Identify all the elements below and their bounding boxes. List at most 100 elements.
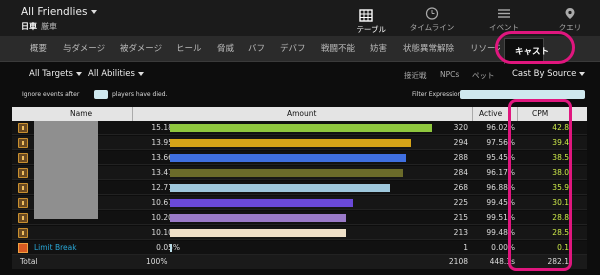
table-row[interactable]: 10.67% 225 99.45% 30.1 (12, 196, 587, 210)
view-mode-dropdown[interactable]: Cast By Source (512, 69, 586, 79)
tab-threat[interactable]: 脅威 (217, 36, 234, 62)
table-row[interactable]: 12.71% 268 96.88% 35.9 (12, 181, 587, 195)
header-name[interactable]: Name (70, 109, 92, 118)
view-tabs: 概要 与ダメージ 被ダメージ ヒール 脅威 バフ デバフ 戦闘不能 妨害 状態異… (0, 36, 600, 64)
row-cpm: 0.1 (557, 243, 569, 252)
row-cpm: 35.9 (552, 183, 569, 192)
tab-casts[interactable]: キャスト (504, 38, 549, 64)
encounter-subtitle: 日車 厳車 (21, 21, 57, 32)
job-icon (18, 183, 28, 193)
query-icon (565, 8, 575, 19)
amount-bar (170, 169, 404, 177)
filter-expression-label: Filter Expression: (412, 91, 464, 98)
table-row[interactable]: 13.95% 294 97.56% 39.4 (12, 136, 587, 150)
tab-healing[interactable]: ヒール (176, 36, 202, 62)
tab-damage-taken[interactable]: 被ダメージ (120, 36, 162, 62)
option-pets[interactable]: ペット (472, 70, 495, 81)
row-active: 97.56% (486, 138, 515, 147)
limit-break-name[interactable]: Limit Break (34, 243, 77, 252)
amount-bar (170, 124, 432, 132)
row-cpm: 28.5 (552, 228, 569, 237)
nav-table[interactable]: テーブル (346, 2, 386, 38)
row-active: 95.45% (486, 153, 515, 162)
header-cpm[interactable]: CPM (532, 109, 548, 118)
amount-bar (170, 229, 346, 237)
total-amount: 2108 (448, 257, 468, 266)
tab-interrupts[interactable]: 妨害 (370, 36, 387, 62)
casts-table: Name Amount Active CPM 15.18% 320 96.02% 42… (12, 107, 587, 273)
row-active: 96.88% (486, 183, 515, 192)
abilities-dropdown-label: All Abilities (88, 69, 135, 79)
death-count-input[interactable] (94, 90, 108, 99)
row-amount: 215 (453, 213, 468, 222)
tab-damage-done[interactable]: 与ダメージ (63, 36, 105, 62)
nav-query[interactable]: クエリ (544, 0, 596, 36)
table-icon (359, 9, 373, 22)
row-pct: 0.05% (156, 243, 180, 252)
option-melee[interactable]: 接近戦 (404, 70, 427, 81)
job-icon (18, 153, 28, 163)
total-cpm: 282.1 (547, 257, 569, 266)
amount-bar (170, 154, 406, 162)
players-died-text: players have died. (112, 91, 168, 98)
row-amount: 294 (453, 138, 468, 147)
row-cpm: 28.8 (552, 213, 569, 222)
abilities-dropdown[interactable]: All Abilities (88, 69, 144, 79)
amount-bar (170, 139, 412, 147)
option-npcs[interactable]: NPCs (440, 70, 459, 79)
header-active[interactable]: Active (479, 109, 502, 118)
amount-bar (170, 214, 346, 222)
options-row: Ignore events after players have died. F… (0, 88, 600, 102)
ignore-events-text: Ignore events after (22, 91, 80, 98)
events-icon (498, 9, 510, 18)
table-row[interactable]: 15.18% 320 96.02% 42.8 (12, 121, 587, 135)
row-active: 99.45% (486, 198, 515, 207)
row-amount: 268 (453, 183, 468, 192)
difficulty-label: 厳車 (41, 22, 57, 31)
table-row[interactable]: 10.20% 215 99.51% 28.8 (12, 211, 587, 225)
table-total-row: Total 100% 2108 448.3s 282.1 (12, 255, 587, 269)
job-icon (18, 213, 28, 223)
header-amount[interactable]: Amount (287, 109, 316, 118)
row-cpm: 39.4 (552, 138, 569, 147)
row-active: 96.17% (486, 168, 515, 177)
filter-bar: All Targets All Abilities 接近戦 NPCs ペット C… (0, 62, 600, 86)
job-icon (18, 123, 28, 133)
row-cpm: 38.0 (552, 168, 569, 177)
chevron-down-icon (75, 71, 82, 76)
table-row[interactable]: 13.66% 288 95.45% 38.5 (12, 151, 587, 165)
tab-debuffs[interactable]: デバフ (280, 36, 306, 62)
row-amount: 320 (453, 123, 468, 132)
row-amount: 213 (453, 228, 468, 237)
tab-deaths[interactable]: 戦闘不能 (321, 36, 355, 62)
total-pct: 100% (146, 257, 168, 266)
amount-bar (170, 184, 391, 192)
header-separator (132, 107, 133, 121)
report-header: All Friendlies 日車 厳車 テーブル タイムライン イベント クエリ (0, 0, 600, 38)
table-row[interactable]: 10.10% 213 99.48% 28.5 (12, 226, 587, 240)
limit-break-icon (18, 243, 28, 253)
nav-events[interactable]: イベント (478, 0, 530, 36)
nav-timeline[interactable]: タイムライン (406, 0, 458, 36)
tab-dispels[interactable]: 状態異常解除 (403, 36, 454, 62)
timeline-icon (425, 7, 439, 20)
header-separator (517, 107, 518, 121)
nav-events-label: イベント (489, 23, 519, 32)
encounter-selector[interactable]: All Friendlies (21, 6, 98, 18)
amount-bar (170, 244, 172, 252)
job-icon (18, 168, 28, 178)
tab-resources[interactable]: リソース (470, 36, 500, 62)
targets-dropdown[interactable]: All Targets (29, 69, 82, 79)
nav-table-label: テーブル (356, 25, 386, 34)
row-active: 99.51% (486, 213, 515, 222)
view-mode-label: Cast By Source (512, 69, 577, 79)
chevron-down-icon (137, 71, 144, 76)
row-cpm: 38.5 (552, 153, 569, 162)
filter-expression-input[interactable] (460, 90, 585, 99)
header-separator (472, 107, 473, 121)
tab-summary[interactable]: 概要 (30, 36, 47, 62)
tab-buffs[interactable]: バフ (248, 36, 265, 62)
chevron-down-icon (579, 71, 586, 76)
table-row[interactable]: 13.47% 284 96.17% 38.0 (12, 166, 587, 180)
table-row-limit-break[interactable]: Limit Break 0.05% 1 0.00% 0.1 (12, 241, 587, 255)
